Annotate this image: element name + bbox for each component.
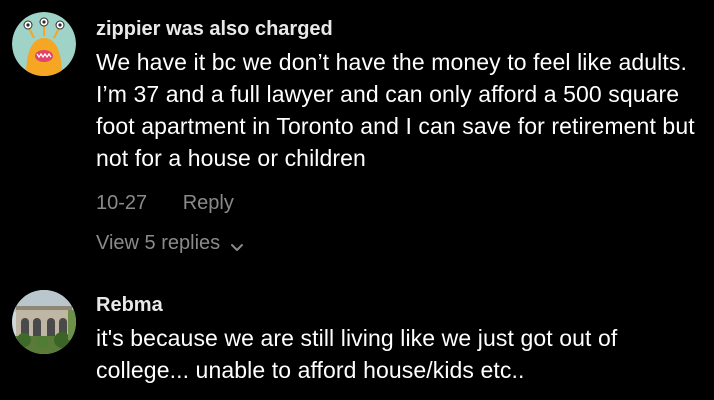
comment-date: 10-27: [96, 192, 148, 214]
reply-button[interactable]: Reply: [183, 191, 234, 215]
monster-avatar-icon[interactable]: [12, 12, 76, 76]
building-photo-avatar-icon[interactable]: [12, 290, 76, 354]
comment-username[interactable]: Rebma: [96, 293, 163, 317]
comment-username[interactable]: zippier was also charged: [96, 17, 333, 41]
view-replies-button[interactable]: View 5 replies: [96, 231, 244, 255]
view-replies-label: View 5 replies: [96, 232, 221, 254]
comment-text: We have it bc we don’t have the money to…: [96, 49, 695, 171]
comment-meta: 10-27 Reply: [96, 191, 234, 215]
chevron-down-icon: [230, 236, 244, 251]
comment-text: it's because we are still living like we…: [96, 325, 618, 383]
